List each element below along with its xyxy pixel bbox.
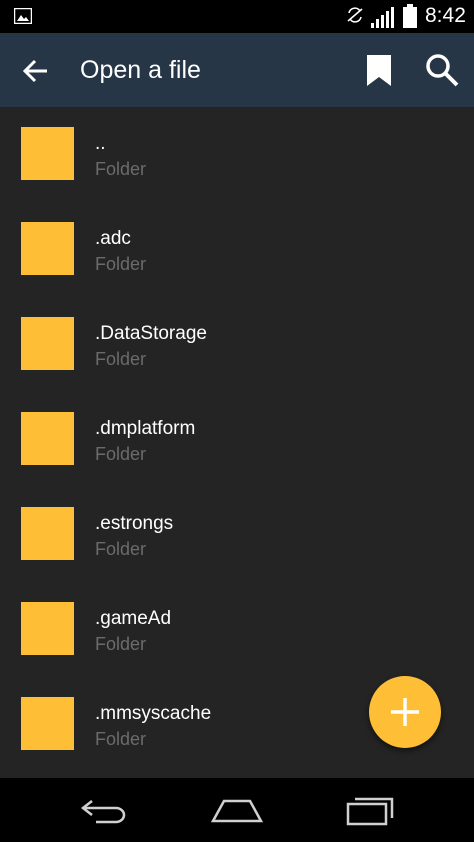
file-type: Folder: [95, 254, 147, 274]
file-name: .mmsyscache: [95, 703, 212, 724]
file-type: Folder: [95, 159, 147, 179]
file-type: Folder: [95, 729, 147, 749]
bookmark-icon[interactable]: [362, 51, 396, 89]
file-type: Folder: [95, 539, 147, 559]
status-bar: 8:42: [0, 0, 474, 33]
list-item[interactable]: .. Folder: [0, 107, 474, 202]
plus-icon: [391, 698, 419, 726]
arrow-back-icon[interactable]: [18, 54, 52, 88]
add-button[interactable]: [369, 676, 441, 748]
app-bar: Open a file: [0, 33, 474, 107]
folder-icon: [21, 697, 74, 750]
file-name: .dmplatform: [95, 418, 196, 439]
folder-icon: [21, 222, 74, 275]
list-item[interactable]: .gameAd Folder: [0, 582, 474, 677]
folder-icon: [21, 317, 74, 370]
system-nav-bar: [0, 778, 474, 842]
file-name: .adc: [95, 228, 131, 249]
search-icon[interactable]: [423, 51, 461, 89]
folder-icon: [21, 412, 74, 465]
file-name: ..: [95, 133, 106, 154]
screen: 8:42 Open a file .. Folder .adc Folder .…: [0, 0, 474, 842]
status-clock: 8:42: [425, 4, 466, 27]
file-name: .DataStorage: [95, 323, 207, 344]
battery-icon: [403, 4, 417, 28]
page-title: Open a file: [80, 56, 201, 84]
list-item[interactable]: .estrongs Folder: [0, 487, 474, 582]
list-item[interactable]: .adc Folder: [0, 202, 474, 297]
folder-icon: [21, 602, 74, 655]
list-item[interactable]: .dmplatform Folder: [0, 392, 474, 487]
file-type: Folder: [95, 634, 147, 654]
folder-icon: [21, 127, 74, 180]
sync-off-icon: [347, 7, 363, 23]
file-type: Folder: [95, 444, 147, 464]
list-item[interactable]: .DataStorage Folder: [0, 297, 474, 392]
folder-icon: [21, 507, 74, 560]
gallery-notification-icon: [14, 8, 32, 24]
file-name: .estrongs: [95, 513, 174, 534]
signal-icon: [371, 7, 394, 28]
nav-home-icon[interactable]: [210, 795, 264, 825]
nav-back-icon[interactable]: [78, 795, 130, 825]
file-name: .gameAd: [95, 608, 172, 629]
nav-recents-icon[interactable]: [344, 793, 396, 827]
file-type: Folder: [95, 349, 147, 369]
